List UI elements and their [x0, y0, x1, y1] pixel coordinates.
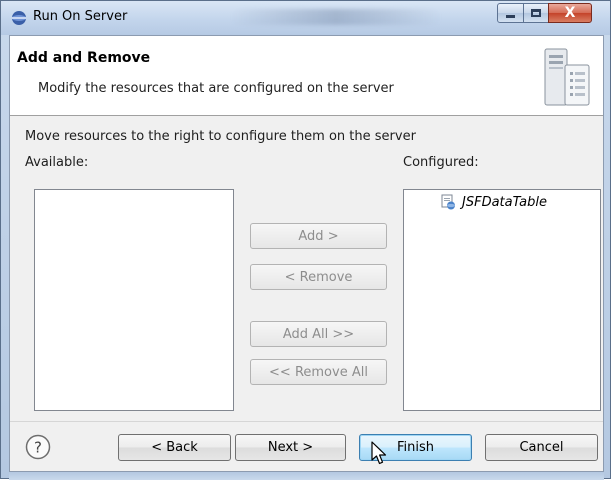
window-title: Run On Server	[33, 9, 128, 24]
configured-list[interactable]: JSFDataTable	[403, 189, 601, 411]
minimize-icon	[506, 15, 515, 18]
cancel-button[interactable]: Cancel	[485, 434, 598, 461]
title-bar-blurred-region	[231, 9, 441, 25]
wizard-header: Add and Remove Modify the resources that…	[10, 36, 603, 116]
footer-divider	[10, 421, 603, 422]
remove-all-button[interactable]: << Remove All	[250, 359, 387, 385]
maximize-button[interactable]	[523, 3, 549, 23]
available-label: Available:	[25, 155, 89, 170]
available-list[interactable]	[34, 189, 234, 411]
minimize-button[interactable]	[497, 3, 524, 23]
next-button[interactable]: Next >	[235, 434, 346, 461]
page-description: Modify the resources that are configured…	[38, 81, 394, 96]
dialog-body: Add and Remove Modify the resources that…	[9, 35, 604, 472]
page-title: Add and Remove	[17, 50, 151, 66]
run-on-server-dialog: Run On Server X Add and Remove Modify th…	[0, 0, 611, 480]
wizard-banner-server-icon	[544, 48, 590, 106]
help-label: ?	[34, 439, 42, 457]
configured-label: Configured:	[403, 155, 479, 170]
instructions-label: Move resources to the right to configure…	[25, 129, 416, 144]
add-button[interactable]: Add >	[250, 223, 387, 249]
back-button[interactable]: < Back	[118, 434, 231, 461]
remove-button[interactable]: < Remove	[250, 264, 387, 290]
finish-button[interactable]: Finish	[359, 434, 472, 461]
title-bar[interactable]: Run On Server X	[1, 1, 610, 35]
help-icon[interactable]: ?	[25, 434, 51, 460]
configured-item-label: JSFDataTable	[462, 194, 548, 210]
close-icon: X	[564, 5, 576, 21]
add-all-button[interactable]: Add All >>	[250, 321, 387, 347]
close-button[interactable]: X	[548, 3, 592, 23]
server-run-icon	[12, 11, 26, 25]
maximize-icon	[531, 9, 541, 17]
web-project-icon	[441, 194, 455, 210]
list-item[interactable]: JSFDataTable	[440, 194, 547, 210]
